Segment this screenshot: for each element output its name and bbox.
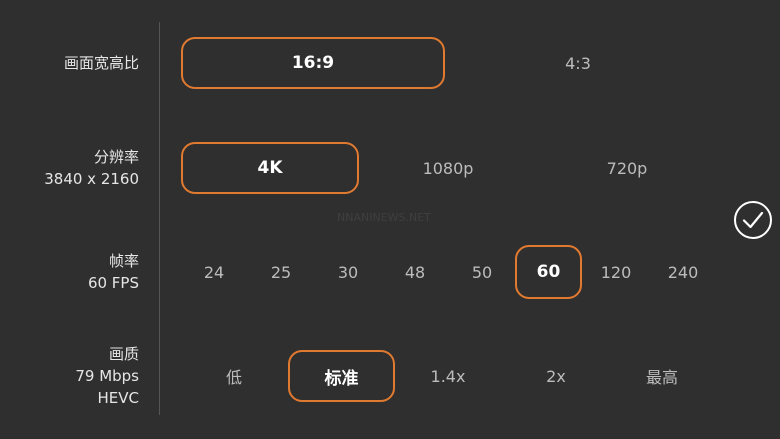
option-quality-2x[interactable]: 2x xyxy=(530,350,582,402)
option-fps-240[interactable]: 240 xyxy=(655,246,711,298)
option-label: 2x xyxy=(546,366,566,386)
option-label: 标准 xyxy=(324,368,359,389)
aspect-ratio-title: 画面宽高比 xyxy=(63,54,139,72)
quality-codec: HEVC xyxy=(97,389,140,407)
option-label: 最高 xyxy=(645,368,678,387)
option-fps-24[interactable]: 24 xyxy=(189,246,239,298)
checkmark-circle-icon xyxy=(734,201,772,239)
option-label: 48 xyxy=(404,262,426,282)
vertical-divider xyxy=(159,22,160,415)
option-resolution-4k[interactable]: 4K xyxy=(181,142,359,194)
option-fps-30[interactable]: 30 xyxy=(323,246,373,298)
quality-label: 画质 79 Mbps HEVC xyxy=(75,343,139,409)
confirm-button[interactable] xyxy=(733,200,773,240)
option-label: 4:3 xyxy=(565,53,591,73)
option-fps-60[interactable]: 60 xyxy=(515,245,582,299)
option-label: 4K xyxy=(257,158,283,178)
option-label: 16:9 xyxy=(291,53,335,73)
option-fps-50[interactable]: 50 xyxy=(457,246,507,298)
option-label: 24 xyxy=(203,262,225,282)
option-aspect-4-3[interactable]: 4:3 xyxy=(538,37,618,89)
option-quality-low[interactable]: 低 xyxy=(209,350,259,402)
option-label: 1.4x xyxy=(430,366,466,386)
frame-rate-title: 帧率 xyxy=(108,252,139,270)
option-label: 720p xyxy=(606,158,648,178)
option-quality-1-4x[interactable]: 1.4x xyxy=(417,350,479,402)
option-label: 低 xyxy=(225,368,242,387)
resolution-value: 3840 x 2160 xyxy=(44,170,139,188)
frame-rate-label: 帧率 60 FPS xyxy=(88,250,139,294)
frame-rate-value: 60 FPS xyxy=(87,274,139,292)
option-label: 50 xyxy=(471,262,493,282)
option-label: 120 xyxy=(600,262,632,282)
option-aspect-16-9[interactable]: 16:9 xyxy=(181,37,445,89)
quality-title: 画质 xyxy=(108,345,139,363)
option-label: 30 xyxy=(337,262,359,282)
resolution-label: 分辨率 3840 x 2160 xyxy=(44,146,139,190)
option-label: 25 xyxy=(270,262,292,282)
option-label: 1080p xyxy=(422,158,474,178)
option-quality-max[interactable]: 最高 xyxy=(632,350,692,402)
quality-bitrate: 79 Mbps xyxy=(75,367,139,385)
option-quality-standard[interactable]: 标准 xyxy=(288,350,395,402)
camera-settings-screen: 画面宽高比 16:9 4:3 分辨率 3840 x 2160 4K 1080p … xyxy=(0,0,780,439)
option-fps-25[interactable]: 25 xyxy=(256,246,306,298)
watermark-text: NNANINEWS.NET xyxy=(337,211,431,224)
option-label: 60 xyxy=(536,262,561,282)
option-fps-120[interactable]: 120 xyxy=(588,246,644,298)
option-resolution-1080p[interactable]: 1080p xyxy=(398,142,498,194)
aspect-ratio-label: 画面宽高比 xyxy=(64,52,139,74)
option-label: 240 xyxy=(667,262,699,282)
resolution-title: 分辨率 xyxy=(93,148,139,166)
option-resolution-720p[interactable]: 720p xyxy=(577,142,677,194)
option-fps-48[interactable]: 48 xyxy=(390,246,440,298)
